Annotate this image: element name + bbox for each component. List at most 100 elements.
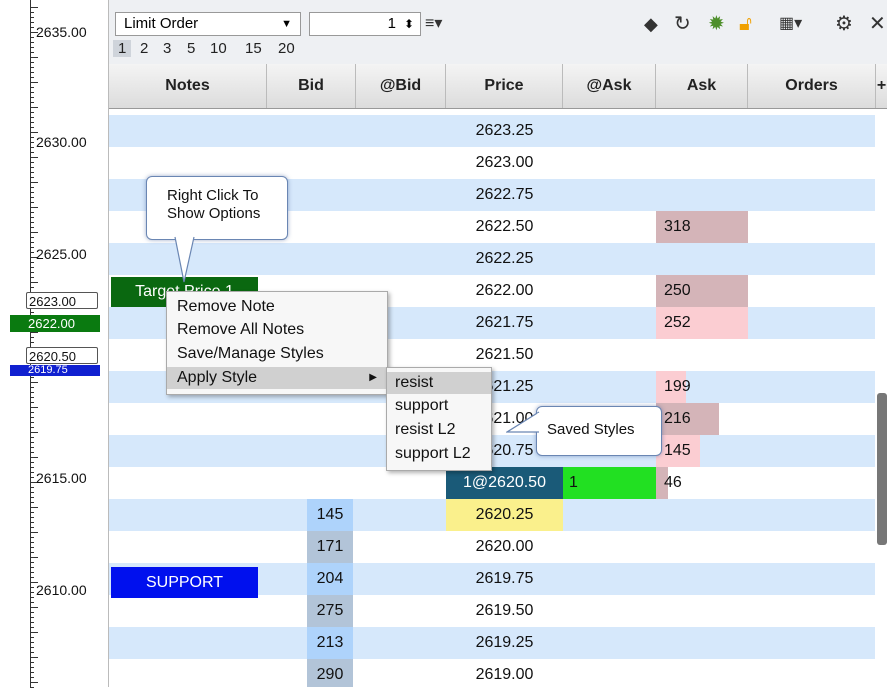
qty-preset-10[interactable]: 10: [210, 40, 227, 57]
ladder-row[interactable]: 2621.00 216: [109, 403, 875, 435]
layout-icon[interactable]: ▦▾: [779, 12, 802, 36]
column-notes[interactable]: Notes: [109, 64, 267, 108]
price-cell[interactable]: 2623.25: [446, 115, 563, 147]
quantity-stepper[interactable]: 1 ⬍: [309, 12, 421, 36]
bid-size-cell[interactable]: 290: [307, 659, 353, 687]
bid-size-cell[interactable]: 204: [307, 563, 353, 595]
ladder-row[interactable]: 290 2619.00: [109, 659, 875, 687]
ask-size-cell[interactable]: 46: [656, 467, 748, 499]
style-support-l2[interactable]: support L2: [387, 443, 491, 465]
ask-size-cell[interactable]: 199: [656, 371, 691, 403]
ladder-row[interactable]: 2623.25: [109, 115, 875, 147]
qty-preset-15[interactable]: 15: [245, 40, 262, 57]
column-at-bid[interactable]: @Bid: [356, 64, 446, 108]
qty-preset-3[interactable]: 3: [163, 40, 171, 57]
bid-size-cell[interactable]: 145: [307, 499, 353, 531]
axis-tick: [30, 52, 34, 53]
price-cell[interactable]: 2619.25: [446, 627, 563, 659]
price-cell[interactable]: 2619.50: [446, 595, 563, 627]
column-at-ask[interactable]: @Ask: [563, 64, 656, 108]
axis-tick: [30, 247, 34, 248]
axis-tick: [30, 62, 34, 63]
price-cell[interactable]: 2622.75: [446, 179, 563, 211]
style-resist[interactable]: resist: [387, 372, 491, 394]
bid-size-cell[interactable]: 275: [307, 595, 353, 627]
axis-tick: [30, 492, 34, 493]
menu-remove-all-notes[interactable]: Remove All Notes: [167, 319, 387, 341]
lock-icon[interactable]: 🔓︎: [739, 12, 752, 36]
axis-tick: [30, 147, 34, 148]
menu-remove-note[interactable]: Remove Note: [167, 296, 387, 318]
column-bid[interactable]: Bid: [267, 64, 356, 108]
axis-tick: [30, 437, 34, 438]
ladder-row[interactable]: 2623.00: [109, 147, 875, 179]
ask-size-cell[interactable]: 216: [656, 403, 719, 435]
axis-tick: [30, 82, 38, 83]
axis-tick: [30, 187, 34, 188]
qty-preset-1[interactable]: 1: [113, 40, 132, 57]
at-ask-cell[interactable]: 1: [563, 467, 656, 499]
axis-tick: [30, 632, 38, 633]
add-column-button[interactable]: +: [876, 64, 887, 108]
axis-tick: [30, 192, 34, 193]
axis-tick: [30, 202, 34, 203]
axis-tick: [30, 92, 34, 93]
scrollbar-thumb[interactable]: [877, 393, 887, 545]
price-cell[interactable]: 2620.00: [446, 531, 563, 563]
axis-tick: [30, 572, 34, 573]
menu-apply-style[interactable]: Apply Style ▶: [167, 367, 387, 389]
axis-tick: [30, 12, 34, 13]
ladder-row[interactable]: 213 2619.25: [109, 627, 875, 659]
ladder-row[interactable]: 1@2620.50 1 46: [109, 467, 875, 499]
ask-size-cell[interactable]: 145: [656, 435, 700, 467]
axis-tick: [30, 527, 34, 528]
qty-preset-2[interactable]: 2: [140, 40, 148, 57]
price-cell[interactable]: 2620.25: [446, 499, 563, 531]
ladder-row[interactable]: 171 2620.00: [109, 531, 875, 563]
ladder-row[interactable]: 2620.75 145: [109, 435, 875, 467]
axis-tick: [30, 22, 34, 23]
order-type-select[interactable]: Limit Order ▼: [115, 12, 301, 36]
ask-size-cell[interactable]: 252: [656, 307, 748, 339]
column-orders[interactable]: Orders: [748, 64, 876, 108]
style-support[interactable]: support: [387, 395, 491, 417]
bid-size-cell[interactable]: 213: [307, 627, 353, 659]
bid-size-cell[interactable]: 171: [307, 531, 353, 563]
close-icon[interactable]: ✕: [869, 12, 886, 36]
refresh-icon[interactable]: ↻: [674, 12, 691, 36]
qty-preset-20[interactable]: 20: [278, 40, 295, 57]
column-price[interactable]: Price: [446, 64, 563, 108]
price-cell[interactable]: 2619.00: [446, 659, 563, 687]
ladder-row[interactable]: 145 2620.25: [109, 499, 875, 531]
price-cell[interactable]: 1@2620.50: [446, 467, 563, 499]
price-cell[interactable]: 2623.00: [446, 147, 563, 179]
ladder-row[interactable]: 2622.25: [109, 243, 875, 275]
center-icon[interactable]: ✹: [708, 12, 725, 36]
axis-tick: [30, 77, 34, 78]
qty-preset-5[interactable]: 5: [187, 40, 195, 57]
list-menu-icon[interactable]: ≡▾: [425, 12, 442, 36]
right-click-tooltip: Right Click To Show Options: [146, 176, 288, 240]
gear-icon[interactable]: ⚙: [835, 12, 853, 36]
axis-tick: [30, 562, 34, 563]
price-axis[interactable]: 2635.00 2630.00 2625.00 2615.00 2610.00 …: [0, 0, 109, 688]
quantity-value: 1: [387, 15, 396, 32]
eraser-icon[interactable]: ◆: [644, 12, 658, 36]
note-support[interactable]: SUPPORT: [111, 567, 258, 598]
price-cell[interactable]: 2622.00: [446, 275, 563, 307]
price-cell[interactable]: 2619.75: [446, 563, 563, 595]
price-cell[interactable]: 2622.50: [446, 211, 563, 243]
toolbar: Limit Order ▼ 1 ⬍ ≡▾ 1 2 3 5 10 15 20 ◆ …: [109, 0, 887, 65]
style-resist-l2[interactable]: resist L2: [387, 419, 491, 441]
stepper-arrows-icon[interactable]: ⬍: [404, 13, 414, 35]
axis-tick: [30, 132, 38, 133]
context-menu: Remove Note Remove All Notes Save/Manage…: [166, 291, 388, 395]
column-ask[interactable]: Ask: [656, 64, 748, 108]
ladder-row[interactable]: 275 2619.50: [109, 595, 875, 627]
ask-size-cell[interactable]: 250: [656, 275, 748, 307]
price-cell[interactable]: 2621.75: [446, 307, 563, 339]
axis-label: 2635.00: [36, 24, 87, 40]
ask-size-cell[interactable]: 318: [656, 211, 748, 243]
menu-save-manage-styles[interactable]: Save/Manage Styles: [167, 343, 387, 365]
price-cell[interactable]: 2622.25: [446, 243, 563, 275]
